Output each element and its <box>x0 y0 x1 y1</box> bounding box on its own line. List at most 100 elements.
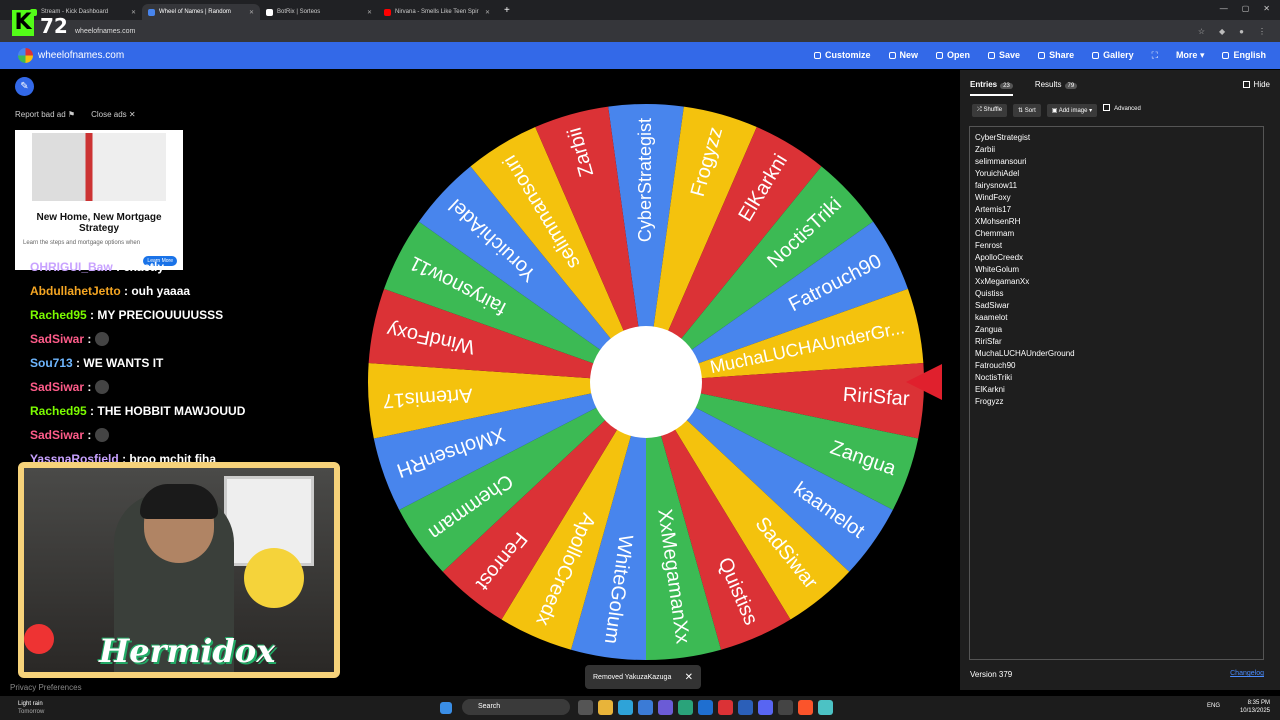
brave-icon[interactable] <box>798 700 813 715</box>
chat-message: SadSiwar : <box>30 327 245 351</box>
open-button[interactable]: Open <box>936 50 970 61</box>
outlook-icon[interactable] <box>698 700 713 715</box>
entry-item: CyberStrategist <box>975 133 1031 142</box>
folder-icon <box>936 52 944 59</box>
changelog-link[interactable]: Changelog <box>1230 670 1264 677</box>
taskbar: Light rain Tomorrow Search ENG 8:35 PM 10/… <box>0 696 1280 720</box>
entry-item: fairysnow11 <box>975 181 1018 190</box>
advertisement[interactable]: New Home, New Mortgage Strategy Learn th… <box>15 130 183 270</box>
sort-button[interactable]: ⇅ Sort <box>1013 104 1041 117</box>
entry-item: Zarbii <box>975 145 996 154</box>
notepad-icon[interactable] <box>818 700 833 715</box>
url-text[interactable]: wheelofnames.com <box>75 28 135 35</box>
toast-text: Removed YakuzaKazuga <box>593 673 672 681</box>
globe-icon <box>1222 52 1230 59</box>
entry-item: NoctisTriki <box>975 373 1013 382</box>
add-image-button[interactable]: ▣ Add image ▾ <box>1046 104 1098 117</box>
browser-tab[interactable]: Wheel of Names | Random ✕ <box>142 4 260 20</box>
browser-tab[interactable]: Nirvana - Smells Like Teen Spir ✕ <box>378 4 496 20</box>
taskbar-search[interactable]: Search <box>462 699 570 715</box>
edge-icon[interactable] <box>618 700 633 715</box>
edit-pen-button[interactable]: ✎ <box>15 77 34 96</box>
entry-item: WhiteGolum <box>975 265 1020 274</box>
new-button[interactable]: New <box>888 50 918 61</box>
report-ad-link[interactable]: Report bad ad ⚑ <box>15 110 75 119</box>
tab-close-icon[interactable]: ✕ <box>131 9 136 16</box>
entry-item: YoruichiAdel <box>975 169 1020 178</box>
close-ads-link[interactable]: Close ads ✕ <box>91 110 136 119</box>
chat-username: SadSiwar <box>30 332 85 346</box>
weather-widget[interactable]: Light rain Tomorrow <box>18 700 44 716</box>
chat-message: Rached95 : THE HOBBIT MAWJOUUD <box>30 399 245 423</box>
tab-close-icon[interactable]: ✕ <box>485 9 490 16</box>
chat-username: Rached95 <box>30 308 87 322</box>
entry-item: Artemis17 <box>975 205 1012 214</box>
chat-message: AbdullahetJetto : ouh yaaaa <box>30 279 245 303</box>
clock[interactable]: 8:35 PM 10/13/2025 <box>1240 699 1270 715</box>
entries-textarea[interactable]: CyberStrategist Zarbii selimmansouri Yoruic… <box>969 126 1264 660</box>
entry-item: Fenrost <box>975 241 1003 250</box>
toast-close-icon[interactable]: ✕ <box>685 672 693 683</box>
profile-icon[interactable]: ● <box>1239 27 1244 36</box>
browser-tab-strip: Stream - Kick Dashboard ✕ Wheel of Names |… <box>0 0 1280 20</box>
maximize-icon[interactable]: ▢ <box>1242 4 1250 13</box>
chat-text: : <box>87 428 92 442</box>
tab-close-icon[interactable]: ✕ <box>367 9 372 16</box>
entries-panel: Entries 23 Results 79 Hide ⤮ Shuffle ⇅ Sor… <box>960 70 1280 690</box>
save-button[interactable]: Save <box>988 50 1020 61</box>
language-indicator[interactable]: ENG <box>1207 703 1220 709</box>
new-tab-icon[interactable]: + <box>504 5 510 16</box>
task-view-icon[interactable] <box>578 700 593 715</box>
discord-icon[interactable] <box>758 700 773 715</box>
word-icon[interactable] <box>738 700 753 715</box>
wheel-logo-icon[interactable] <box>18 48 33 63</box>
ad-subtext: Learn the steps and mortgage options whe… <box>23 240 141 246</box>
fullscreen-icon[interactable]: ⛶ <box>1152 50 1158 61</box>
tab-entries[interactable]: Entries 23 <box>970 80 1013 96</box>
name-wheel[interactable]: CyberStrategist Frogyzz ElKarkniNoctisTrik… <box>366 102 926 662</box>
chat-text: : exactly <box>116 260 165 274</box>
hide-checkbox[interactable]: Hide <box>1242 80 1270 96</box>
advanced-checkbox[interactable]: Advanced <box>1103 104 1141 117</box>
app-icon[interactable] <box>678 700 693 715</box>
entry-item: Chemmam <box>975 229 1015 238</box>
chat-username: Rached95 <box>30 404 87 418</box>
shuffle-button[interactable]: ⤮ Shuffle <box>972 104 1008 117</box>
browser-tab[interactable]: BotRix | Sorteos ✕ <box>260 4 378 20</box>
entry-item: Frogyzz <box>975 397 1004 406</box>
gallery-button[interactable]: Gallery <box>1092 50 1134 61</box>
customize-button[interactable]: Customize <box>814 50 871 61</box>
site-title[interactable]: wheelofnames.com <box>38 50 124 61</box>
viewer-count: 72 <box>40 14 68 38</box>
chrome-icon[interactable] <box>718 700 733 715</box>
store-icon[interactable] <box>638 700 653 715</box>
obs-icon[interactable] <box>778 700 793 715</box>
chat-message: Rached95 : MY PRECIOUUUUSSS <box>30 303 245 327</box>
window-controls[interactable]: — ▢ ✕ <box>1210 0 1280 17</box>
star-icon[interactable]: ☆ <box>1198 27 1205 36</box>
language-button[interactable]: English <box>1222 50 1266 61</box>
menu-icon[interactable]: ⋮ <box>1258 27 1266 36</box>
tab-results[interactable]: Results 79 <box>1035 80 1078 96</box>
chat-text: : <box>87 332 92 346</box>
extensions-icon[interactable]: ◆ <box>1219 27 1225 36</box>
wheel-slice-label: CyberStrategist <box>635 118 655 242</box>
close-icon[interactable]: ✕ <box>1263 4 1270 13</box>
entry-item: XxMegamanXx <box>975 277 1030 286</box>
share-button[interactable]: Share <box>1038 50 1074 61</box>
wheel-pointer <box>906 364 942 400</box>
ad-image <box>32 133 166 201</box>
start-icon[interactable] <box>440 702 452 714</box>
pen-icon: ✎ <box>20 81 29 92</box>
tab-close-icon[interactable]: ✕ <box>249 9 254 16</box>
chat-message: SadSiwar : <box>30 423 245 447</box>
app-icon[interactable] <box>658 700 673 715</box>
wheel-center[interactable] <box>590 326 702 438</box>
wheel-slice-label: RiriSfar <box>842 384 910 411</box>
more-button[interactable]: More ▾ <box>1176 50 1205 61</box>
address-bar[interactable]: wheelofnames.com ☆ ◆ ● ⋮ <box>0 20 1280 42</box>
privacy-preferences-link[interactable]: Privacy Preferences <box>10 683 82 692</box>
minimize-icon[interactable]: — <box>1220 4 1228 13</box>
chat-overlay: ОНRIGUI_Baw : exactly AbdullahetJetto : o… <box>30 255 245 471</box>
file-explorer-icon[interactable] <box>598 700 613 715</box>
